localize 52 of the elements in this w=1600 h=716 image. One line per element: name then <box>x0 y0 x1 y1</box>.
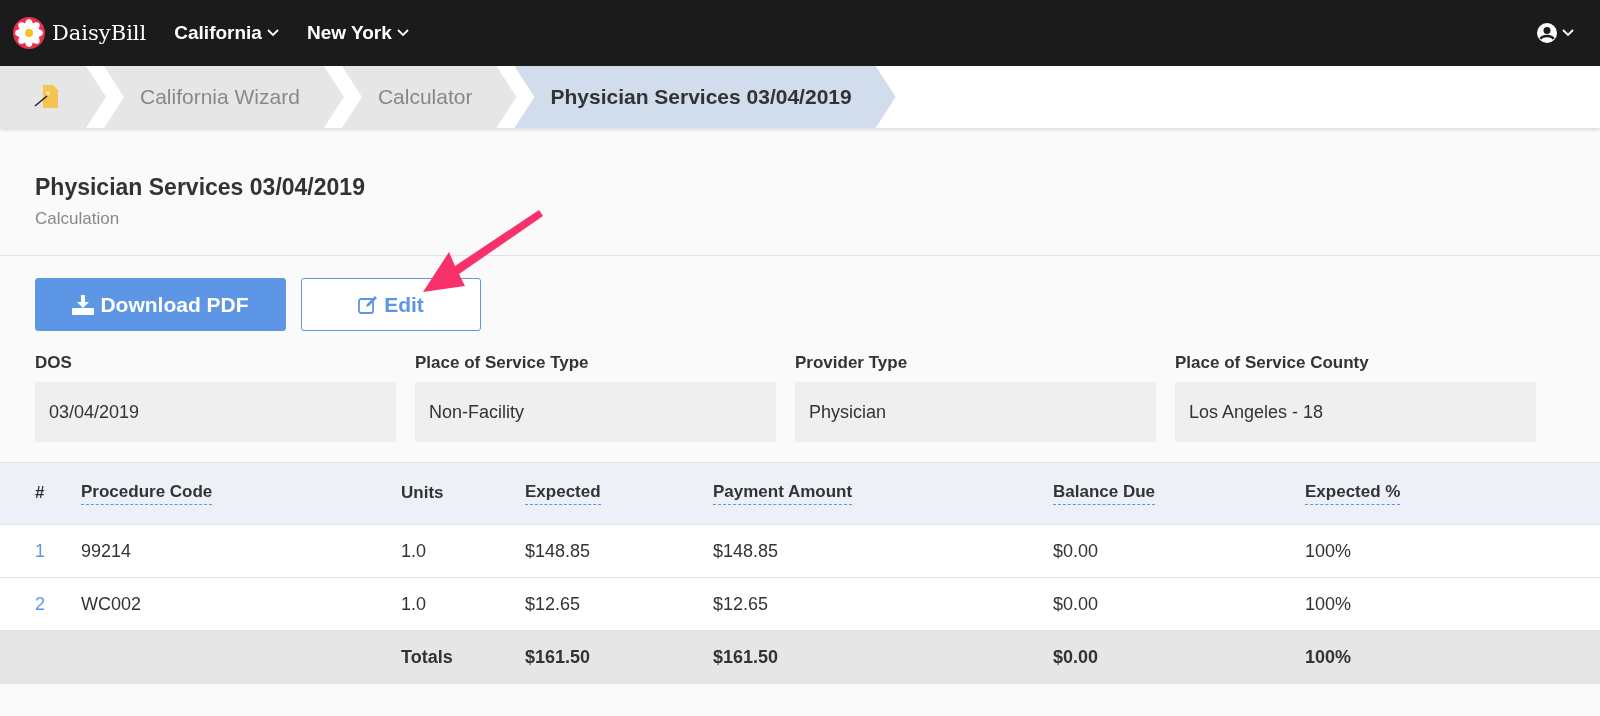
total-cell: 100% <box>1305 646 1352 668</box>
table-cell: 100% <box>1305 593 1352 615</box>
column-header: Expected <box>525 482 601 505</box>
nav-menu[interactable]: California <box>174 22 279 44</box>
readonly-field: Los Angeles - 18 <box>1175 382 1536 442</box>
chevron-down-icon <box>266 29 279 37</box>
table-cell: $148.85 <box>525 540 591 562</box>
readonly-field: Non-Facility <box>415 382 776 442</box>
edit-icon <box>358 294 379 315</box>
page-title: Physician Services 03/04/2019 <box>35 174 366 201</box>
download-icon <box>72 294 95 315</box>
user-menu-button[interactable] <box>1536 22 1574 44</box>
table-cell: $148.85 <box>713 540 779 562</box>
readonly-field: 03/04/2019 <box>35 382 396 442</box>
chevron-down-icon <box>1562 29 1574 37</box>
table-cell: $0.00 <box>1053 593 1099 615</box>
nav-menu[interactable]: New York <box>306 22 409 44</box>
download-button[interactable]: Download PDF <box>35 278 286 331</box>
total-cell: $161.50 <box>713 646 779 668</box>
breadcrumb[interactable]: California Wizard <box>104 66 344 128</box>
column-header: Balance Due <box>1053 482 1156 505</box>
column-header: Expected % <box>1305 482 1401 505</box>
totals-label: Totals <box>401 646 453 668</box>
total-cell: $161.50 <box>525 646 591 668</box>
field-label: DOS <box>35 353 73 373</box>
page-subtitle: Calculation <box>35 209 121 229</box>
table-cell: 1.0 <box>401 593 427 615</box>
field-label: Place of Service County <box>1175 353 1370 373</box>
row-number-link[interactable]: 2 <box>35 593 45 615</box>
table-cell: $0.00 <box>1053 540 1099 562</box>
table-cell: $12.65 <box>525 593 581 615</box>
column-header: Payment Amount <box>713 482 853 505</box>
column-header: # <box>35 482 45 504</box>
column-header: Procedure Code <box>81 482 213 505</box>
table-cell: 1.0 <box>401 540 427 562</box>
chevron-down-icon <box>396 29 409 37</box>
breadcrumb[interactable]: Calculator <box>341 66 517 128</box>
user-icon <box>1536 22 1558 44</box>
table-cell: 100% <box>1305 540 1352 562</box>
edit-button[interactable]: Edit <box>301 278 481 331</box>
table-cell: $12.65 <box>713 593 769 615</box>
breadcrumb[interactable]: Physician Services 03/04/2019 <box>514 66 896 128</box>
table-cell: WC002 <box>81 593 142 615</box>
row-number-link[interactable]: 1 <box>35 540 45 562</box>
column-header: Units <box>401 482 444 504</box>
brand-name: DaisyBill <box>52 21 147 45</box>
readonly-field: Physician <box>795 382 1156 442</box>
daisy-logo-icon <box>12 16 46 50</box>
total-cell: $0.00 <box>1053 646 1099 668</box>
table-cell: 99214 <box>81 540 132 562</box>
field-label: Provider Type <box>795 353 909 373</box>
field-label: Place of Service Type <box>415 353 590 373</box>
